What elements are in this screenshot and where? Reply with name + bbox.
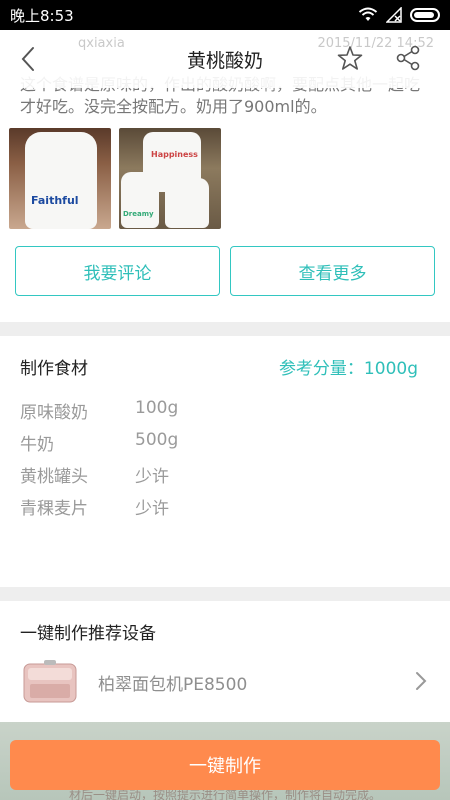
ingredient-name: 黄桃罐头 — [20, 467, 88, 487]
ingredient-name: 青稞麦片 — [20, 499, 88, 519]
ingredient-amount: 500g — [135, 430, 179, 450]
device-row[interactable]: 柏翠面包机PE8500 — [0, 652, 450, 712]
device-name: 柏翠面包机PE8500 — [98, 675, 248, 695]
author-name: qxiaxia — [78, 36, 125, 51]
ingredient-row: 原味酸奶 100g — [20, 398, 178, 423]
view-more-button[interactable]: 查看更多 — [230, 246, 435, 296]
jar-label: Faithful — [31, 194, 79, 207]
share-icon[interactable] — [394, 44, 422, 72]
status-bar: 晚上8:53 — [0, 0, 450, 30]
ingredient-row: 牛奶 500g — [20, 430, 178, 455]
jar-label: Dreamy — [123, 210, 154, 218]
ingredient-amount: 100g — [135, 398, 179, 418]
no-signal-icon — [386, 7, 402, 23]
section-divider — [0, 322, 450, 336]
ingredient-row: 青稞麦片 少许 — [20, 494, 169, 519]
one-click-make-button[interactable]: 一键制作 — [10, 740, 440, 790]
wifi-icon — [358, 7, 378, 21]
status-icons — [358, 7, 440, 23]
recipe-photo[interactable]: Happiness Dreamy — [119, 128, 221, 229]
ingredient-name: 原味酸奶 — [20, 403, 88, 423]
status-time: 晚上8:53 — [10, 6, 74, 25]
page-title: 黄桃酸奶 — [186, 49, 263, 72]
battery-icon — [410, 8, 440, 22]
ingredients-title: 制作食材 — [20, 359, 88, 379]
ingredient-row: 黄桃罐头 少许 — [20, 462, 169, 487]
star-icon[interactable] — [336, 44, 364, 72]
recipe-photo[interactable]: Faithful — [9, 128, 111, 229]
chevron-right-icon — [416, 672, 427, 690]
ingredient-amount: 少许 — [135, 467, 169, 487]
portion-size: 参考分量：1000g — [278, 359, 418, 379]
ingredient-amount: 少许 — [135, 499, 169, 519]
ingredient-name: 牛奶 — [20, 435, 54, 455]
yogurt-jar — [121, 172, 159, 228]
back-arrow-icon[interactable] — [14, 44, 44, 74]
yogurt-jar — [25, 132, 97, 229]
device-section-title: 一键制作推荐设备 — [20, 624, 156, 644]
jar-label: Happiness — [151, 150, 198, 159]
section-divider — [0, 587, 450, 601]
photo-gallery: Faithful Happiness Dreamy — [9, 128, 221, 229]
yogurt-jar — [165, 178, 209, 228]
bread-machine-icon — [23, 660, 77, 703]
app-header: qxiaxia 2015/11/22 14:52 黄桃酸奶 — [0, 30, 450, 88]
comment-button[interactable]: 我要评论 — [15, 246, 220, 296]
